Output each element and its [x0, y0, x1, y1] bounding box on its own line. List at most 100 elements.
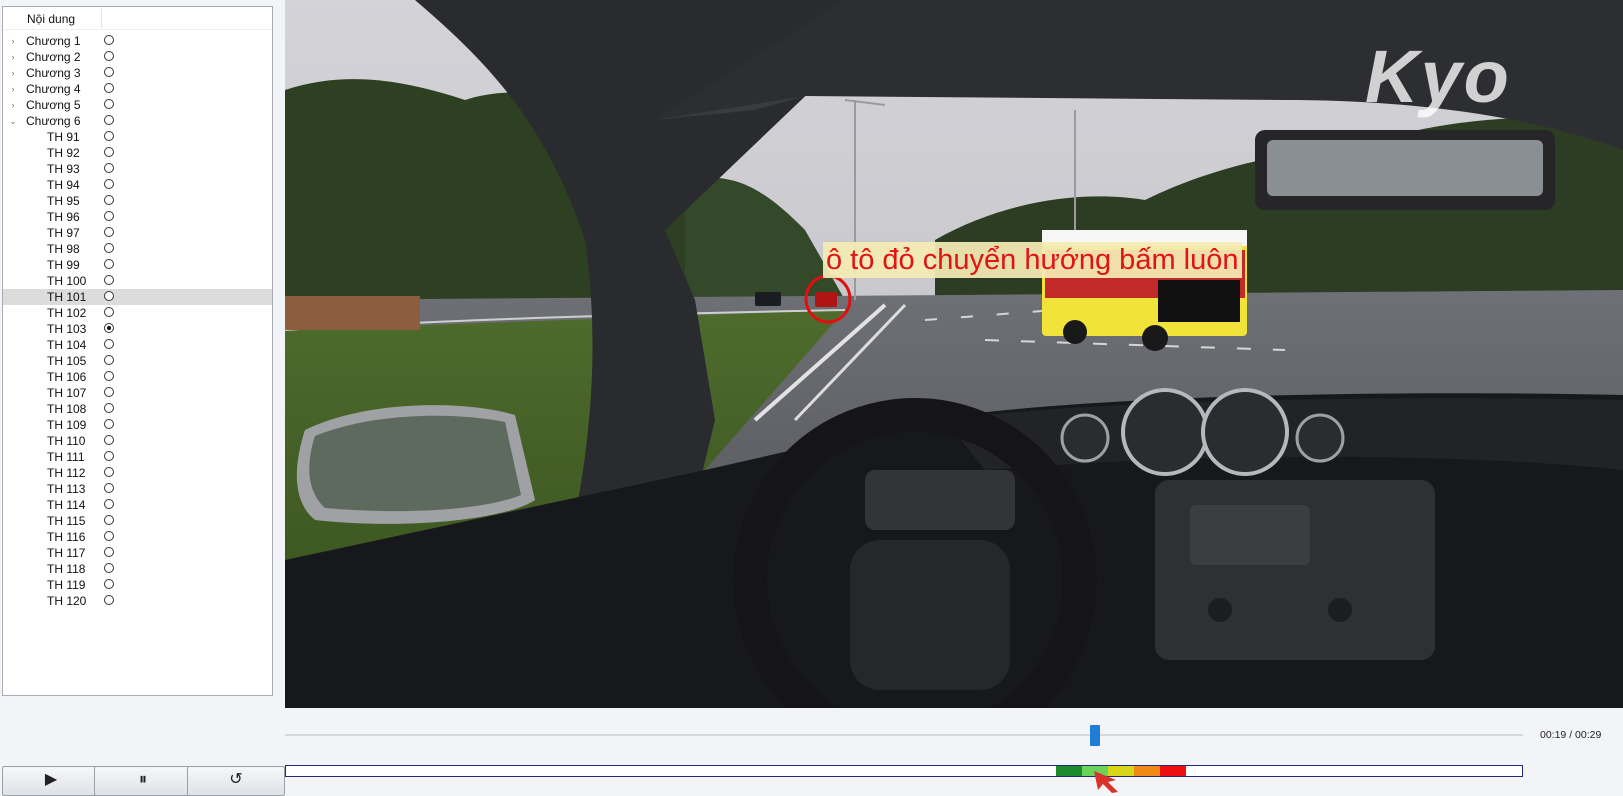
tree-item-row[interactable]: TH 114 [3, 497, 272, 513]
radio-button[interactable] [104, 179, 114, 189]
kyo-watermark-logo: Kyo [1365, 35, 1511, 118]
radio-button[interactable] [104, 35, 114, 45]
tree-item-row[interactable]: TH 92 [3, 145, 272, 161]
tree-chapter-row[interactable]: › Chương 4 [3, 81, 272, 97]
tree-chapter-row[interactable]: › Chương 1 [3, 33, 272, 49]
radio-button[interactable] [104, 387, 114, 397]
radio-button[interactable] [104, 531, 114, 541]
seek-thumb[interactable] [1090, 725, 1100, 746]
video-frame[interactable]: Kyo ô tô đỏ chuyển hướng bấm luôn [285, 0, 1623, 708]
tree-item-row[interactable]: TH 95 [3, 193, 272, 209]
radio-button[interactable] [104, 339, 114, 349]
radio-button[interactable] [104, 323, 114, 333]
radio-button[interactable] [104, 483, 114, 493]
radio-button[interactable] [104, 67, 114, 77]
tree-item-row[interactable]: TH 105 [3, 353, 272, 369]
time-readout: 00:19 / 00:29 [1540, 729, 1602, 741]
seek-track[interactable] [285, 734, 1523, 736]
tree-row-label: TH 95 [47, 194, 80, 208]
replay-button[interactable]: ↺ [187, 766, 285, 796]
radio-button[interactable] [104, 355, 114, 365]
tree-item-row[interactable]: TH 118 [3, 561, 272, 577]
radio-button[interactable] [104, 563, 114, 573]
tree-item-row[interactable]: TH 115 [3, 513, 272, 529]
radio-button[interactable] [104, 371, 114, 381]
radio-button[interactable] [104, 211, 114, 221]
tree-item-row[interactable]: TH 94 [3, 177, 272, 193]
tree-item-row[interactable]: TH 99 [3, 257, 272, 273]
tree-item-row[interactable]: TH 98 [3, 241, 272, 257]
pause-button[interactable]: ⏸ [94, 766, 192, 796]
tree-header: Nội dung [3, 7, 272, 30]
tree-item-row[interactable]: TH 103 [3, 321, 272, 337]
radio-button[interactable] [104, 131, 114, 141]
radio-button[interactable] [104, 115, 114, 125]
radio-button[interactable] [104, 147, 114, 157]
chevron-right-icon[interactable]: › [8, 81, 18, 97]
chevron-right-icon[interactable]: › [8, 97, 18, 113]
tree-chapter-row[interactable]: › Chương 3 [3, 65, 272, 81]
radio-button[interactable] [104, 499, 114, 509]
tree-item-row[interactable]: TH 104 [3, 337, 272, 353]
score-segment [1160, 766, 1186, 776]
radio-button[interactable] [104, 51, 114, 61]
radio-button[interactable] [104, 227, 114, 237]
tree-chapter-row[interactable]: ⌄ Chương 6 [3, 113, 272, 129]
radio-button[interactable] [104, 83, 114, 93]
tree-item-row[interactable]: TH 106 [3, 369, 272, 385]
tree-row-label: TH 97 [47, 226, 80, 240]
radio-button[interactable] [104, 163, 114, 173]
tree-item-row[interactable]: TH 100 [3, 273, 272, 289]
radio-button[interactable] [104, 595, 114, 605]
video-caption: ô tô đỏ chuyển hướng bấm luôn [823, 242, 1242, 278]
tree-item-row[interactable]: TH 112 [3, 465, 272, 481]
tree-item-row[interactable]: TH 101 [3, 289, 272, 305]
chevron-right-icon[interactable]: › [8, 33, 18, 49]
tree-row-label: Chương 4 [26, 82, 81, 96]
radio-button[interactable] [104, 419, 114, 429]
radio-button[interactable] [104, 403, 114, 413]
tree-item-row[interactable]: TH 116 [3, 529, 272, 545]
radio-button[interactable] [104, 515, 114, 525]
score-timeline[interactable] [285, 765, 1523, 777]
tree-item-row[interactable]: TH 110 [3, 433, 272, 449]
score-marker-arrow-icon [1094, 771, 1118, 793]
radio-button[interactable] [104, 275, 114, 285]
tree-item-row[interactable]: TH 119 [3, 577, 272, 593]
chevron-down-icon[interactable]: ⌄ [8, 113, 18, 129]
tree-chapter-row[interactable]: › Chương 2 [3, 49, 272, 65]
tree-item-row[interactable]: TH 107 [3, 385, 272, 401]
tree-item-row[interactable]: TH 120 [3, 593, 272, 609]
pause-icon: ⏸ [138, 771, 147, 788]
tree-item-row[interactable]: TH 96 [3, 209, 272, 225]
radio-button[interactable] [104, 451, 114, 461]
radio-button[interactable] [104, 307, 114, 317]
tree-item-row[interactable]: TH 93 [3, 161, 272, 177]
tree-row-label: Chương 1 [26, 34, 81, 48]
radio-button[interactable] [104, 99, 114, 109]
replay-icon: ↺ [229, 771, 243, 788]
tree-item-row[interactable]: TH 117 [3, 545, 272, 561]
tree-row-label: TH 107 [47, 386, 87, 400]
tree-item-row[interactable]: TH 91 [3, 129, 272, 145]
radio-button[interactable] [104, 243, 114, 253]
radio-button[interactable] [104, 435, 114, 445]
tree-item-row[interactable]: TH 97 [3, 225, 272, 241]
tree-row-label: TH 99 [47, 258, 80, 272]
radio-button[interactable] [104, 579, 114, 589]
tree-chapter-row[interactable]: › Chương 5 [3, 97, 272, 113]
tree-row-label: TH 96 [47, 210, 80, 224]
play-button[interactable]: ▶ [2, 766, 100, 796]
radio-button[interactable] [104, 195, 114, 205]
chevron-right-icon[interactable]: › [8, 49, 18, 65]
chevron-right-icon[interactable]: › [8, 65, 18, 81]
tree-item-row[interactable]: TH 109 [3, 417, 272, 433]
tree-item-row[interactable]: TH 102 [3, 305, 272, 321]
radio-button[interactable] [104, 467, 114, 477]
tree-item-row[interactable]: TH 113 [3, 481, 272, 497]
tree-item-row[interactable]: TH 111 [3, 449, 272, 465]
radio-button[interactable] [104, 547, 114, 557]
radio-button[interactable] [104, 259, 114, 269]
tree-item-row[interactable]: TH 108 [3, 401, 272, 417]
radio-button[interactable] [104, 291, 114, 301]
